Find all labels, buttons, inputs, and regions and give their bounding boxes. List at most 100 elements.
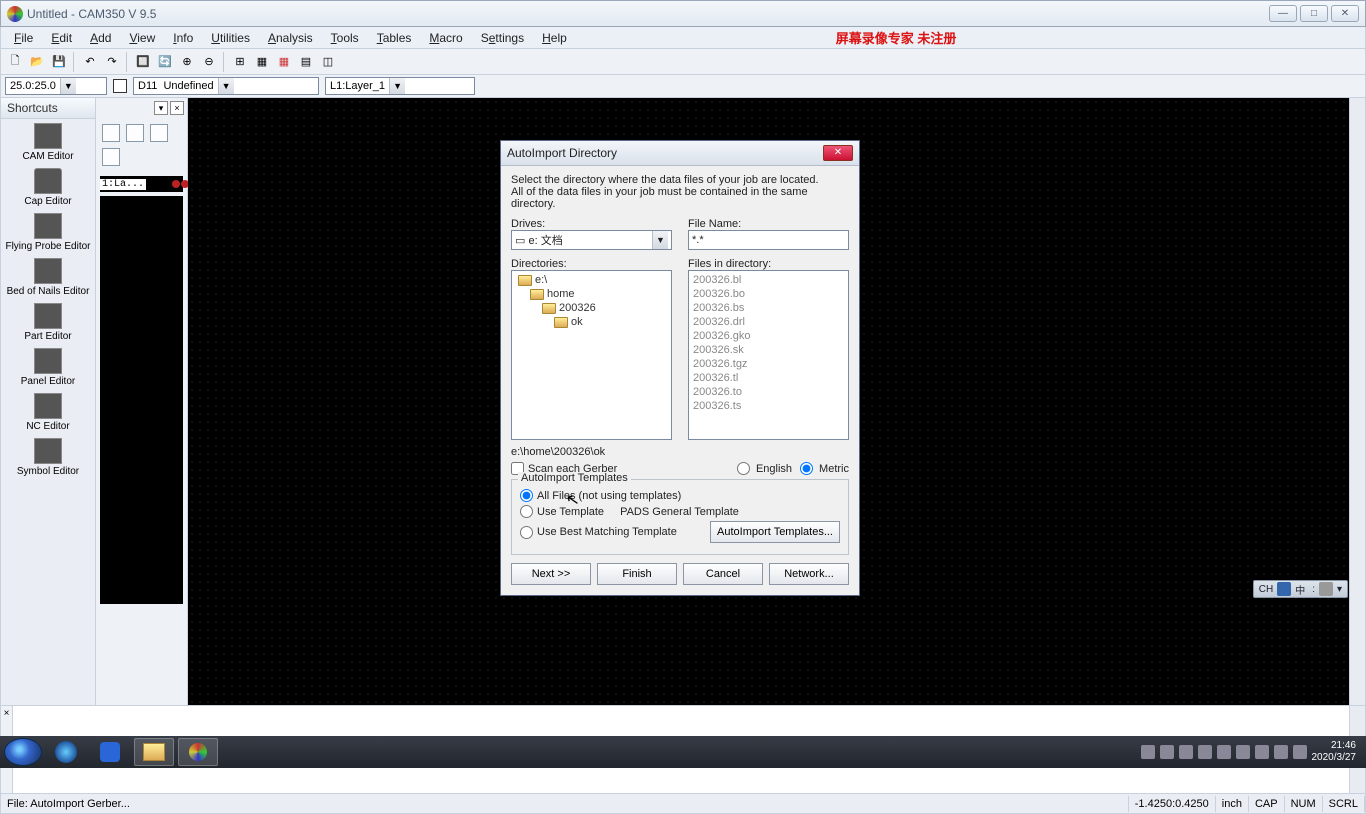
- colors-icon[interactable]: ◫: [318, 52, 338, 72]
- taskbar-app-icon[interactable]: [46, 738, 86, 766]
- file-item[interactable]: 200326.bo: [691, 287, 846, 301]
- tray-icon[interactable]: [1198, 745, 1212, 759]
- network-button[interactable]: Network...: [769, 563, 849, 585]
- file-item[interactable]: 200326.gko: [691, 329, 846, 343]
- tray-icon[interactable]: [1141, 745, 1155, 759]
- taskbar-app-icon[interactable]: [90, 738, 130, 766]
- ime-language-bar[interactable]: CH 中 : ▾: [1253, 580, 1348, 598]
- taskbar-clock[interactable]: 21:46 2020/3/27: [1312, 740, 1357, 764]
- dcode-color[interactable]: [113, 79, 127, 93]
- tray-icon[interactable]: [1217, 745, 1231, 759]
- tpl-all-radio[interactable]: All Files (not using templates): [520, 489, 681, 502]
- layer-row[interactable]: 1:La...: [100, 176, 183, 192]
- file-item[interactable]: 200326.bs: [691, 301, 846, 315]
- filename-input[interactable]: *.*: [688, 230, 849, 250]
- tray-icon[interactable]: [1179, 745, 1193, 759]
- tpl-best-radio[interactable]: Use Best Matching Template: [520, 526, 677, 539]
- menu-add[interactable]: Add: [81, 29, 120, 47]
- layer-visible-icon[interactable]: [172, 180, 180, 188]
- tpl-use-radio[interactable]: Use Template: [520, 505, 604, 518]
- grid3-icon[interactable]: ▦: [274, 52, 294, 72]
- next-button[interactable]: Next >>: [511, 563, 591, 585]
- menu-tools[interactable]: Tools: [322, 29, 368, 47]
- tray-icon[interactable]: [1255, 745, 1269, 759]
- file-item[interactable]: 200326.tgz: [691, 357, 846, 371]
- shortcut-bed-of-nails-editor[interactable]: Bed of Nails Editor: [1, 254, 95, 299]
- shortcut-part-editor[interactable]: Part Editor: [1, 299, 95, 344]
- layer-combo[interactable]: L1:Layer_1▼: [325, 77, 475, 95]
- grid2-icon[interactable]: ▦: [252, 52, 272, 72]
- drives-combo[interactable]: ▭ e: 文档 ▼: [511, 230, 672, 250]
- chevron-down-icon[interactable]: ▼: [652, 231, 668, 249]
- autoimport-templates-button[interactable]: AutoImport Templates...: [710, 521, 840, 543]
- minimize-button[interactable]: —: [1269, 5, 1297, 22]
- tray-volume-icon[interactable]: [1293, 745, 1307, 759]
- directory-item[interactable]: e:\: [514, 273, 669, 287]
- status-units[interactable]: inch: [1216, 796, 1249, 812]
- grid-icon[interactable]: ⊞: [230, 52, 250, 72]
- ime-chevron-icon[interactable]: ▾: [1334, 584, 1345, 595]
- system-tray[interactable]: 21:46 2020/3/27: [1141, 740, 1363, 764]
- zoom-out-icon[interactable]: ⊖: [199, 52, 219, 72]
- close-button[interactable]: ✕: [1331, 5, 1359, 22]
- units-english-radio[interactable]: English: [737, 462, 792, 475]
- refresh-icon[interactable]: 🔄: [155, 52, 175, 72]
- menu-utilities[interactable]: Utilities: [202, 29, 259, 47]
- file-item[interactable]: 200326.tl: [691, 371, 846, 385]
- layer-tool-icon[interactable]: [102, 124, 120, 142]
- vertical-scrollbar[interactable]: [1349, 98, 1365, 705]
- menu-file[interactable]: File: [5, 29, 42, 47]
- finish-button[interactable]: Finish: [597, 563, 677, 585]
- save-icon[interactable]: 💾: [49, 52, 69, 72]
- units-metric-radio[interactable]: Metric: [800, 462, 849, 475]
- taskbar-cam350-icon[interactable]: [178, 738, 218, 766]
- dialog-titlebar[interactable]: AutoImport Directory ✕: [501, 141, 859, 166]
- taskbar-explorer-icon[interactable]: [134, 738, 174, 766]
- tray-icon[interactable]: [1236, 745, 1250, 759]
- cancel-button[interactable]: Cancel: [683, 563, 763, 585]
- file-item[interactable]: 200326.bl: [691, 273, 846, 287]
- directory-item[interactable]: ok: [514, 315, 669, 329]
- dcode-combo[interactable]: D11 Undefined▼: [133, 77, 319, 95]
- menu-settings[interactable]: Settings: [472, 29, 533, 47]
- ime-tool-icon[interactable]: [1319, 582, 1333, 596]
- start-button[interactable]: [4, 738, 42, 766]
- shortcut-panel-editor[interactable]: Panel Editor: [1, 344, 95, 389]
- menu-help[interactable]: Help: [533, 29, 576, 47]
- dialog-close-icon[interactable]: ✕: [823, 145, 853, 161]
- panel-menu-icon[interactable]: ▾: [154, 101, 168, 115]
- ime-lang[interactable]: CH: [1256, 584, 1276, 595]
- open-icon[interactable]: 📂: [27, 52, 47, 72]
- layer-tool-icon[interactable]: [102, 148, 120, 166]
- undo-icon[interactable]: ↶: [80, 52, 100, 72]
- maximize-button[interactable]: □: [1300, 5, 1328, 22]
- tray-icon[interactable]: [1160, 745, 1174, 759]
- file-item[interactable]: 200326.sk: [691, 343, 846, 357]
- redo-icon[interactable]: ↷: [102, 52, 122, 72]
- shortcut-nc-editor[interactable]: NC Editor: [1, 389, 95, 434]
- panel-close-icon[interactable]: ×: [170, 101, 184, 115]
- menu-macro[interactable]: Macro: [420, 29, 471, 47]
- menu-analysis[interactable]: Analysis: [259, 29, 322, 47]
- directory-item[interactable]: home: [514, 287, 669, 301]
- zoom-window-icon[interactable]: 🔲: [133, 52, 153, 72]
- menu-edit[interactable]: Edit: [42, 29, 81, 47]
- file-item[interactable]: 200326.drl: [691, 315, 846, 329]
- menu-tables[interactable]: Tables: [368, 29, 421, 47]
- file-item[interactable]: 200326.to: [691, 385, 846, 399]
- coord-combo[interactable]: 25.0:25.0▼: [5, 77, 107, 95]
- shortcut-cap-editor[interactable]: Cap Editor: [1, 164, 95, 209]
- ime-mode-icon[interactable]: [1277, 582, 1291, 596]
- shortcut-flying-probe-editor[interactable]: Flying Probe Editor: [1, 209, 95, 254]
- menu-view[interactable]: View: [120, 29, 164, 47]
- ime-punct[interactable]: :: [1309, 584, 1318, 595]
- menu-info[interactable]: Info: [164, 29, 202, 47]
- zoom-in-icon[interactable]: ⊕: [177, 52, 197, 72]
- ime-cn[interactable]: 中: [1292, 582, 1308, 597]
- shortcut-cam-editor[interactable]: CAM Editor: [1, 119, 95, 164]
- layer-tool-icon[interactable]: [126, 124, 144, 142]
- shortcut-symbol-editor[interactable]: Symbol Editor: [1, 434, 95, 479]
- file-item[interactable]: 200326.ts: [691, 399, 846, 413]
- directories-listbox[interactable]: e:\home200326ok: [511, 270, 672, 440]
- new-icon[interactable]: 🗋: [5, 52, 25, 72]
